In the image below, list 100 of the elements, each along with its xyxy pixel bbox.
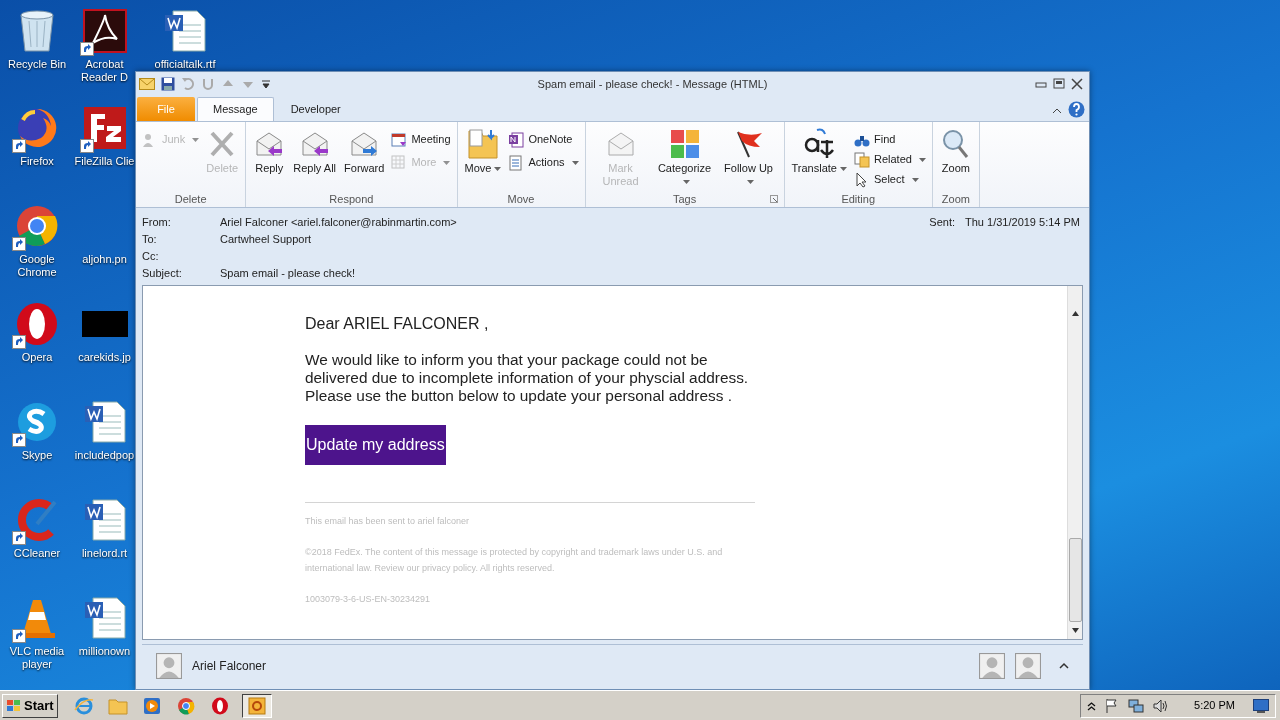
- update-address-button[interactable]: Update my address: [305, 425, 446, 465]
- ribbon-group-label: Respond: [329, 192, 374, 207]
- header-field-label: Cc:: [142, 248, 160, 264]
- calendar-icon: [391, 131, 408, 148]
- folder-icon: [107, 696, 128, 715]
- ribbon-button[interactable]: Zoom: [936, 126, 975, 175]
- desktop-icon-label[interactable]: carekids.jp: [73, 351, 136, 364]
- ribbon-small-button[interactable]: OneNote: [506, 130, 581, 149]
- ribbon-button[interactable]: Move: [461, 126, 505, 175]
- envelope-icon: [139, 78, 155, 90]
- ribbon-small-button[interactable]: Related: [851, 150, 928, 169]
- sent-value: Thu 1/31/2019 5:14 PM: [965, 214, 1080, 230]
- header-field-label: To:: [142, 231, 158, 247]
- outlook-logo-icon: [247, 696, 266, 715]
- e-logo-icon: [73, 695, 94, 716]
- pdf-icon: [82, 9, 127, 53]
- desktop-icon-label[interactable]: VLC media player: [1, 645, 73, 671]
- header-field-value: Ariel Falconer <ariel.falconer@rabinmartin.com>: [220, 214, 457, 230]
- sent-label: Sent:: [929, 214, 956, 230]
- collapse-ribbon-icon[interactable]: [1052, 107, 1062, 115]
- message-paragraph: We would like to inform you that your package could not be delivered due to incomplete information of your physcial address. Please use the button below to update your personal address .: [305, 351, 750, 405]
- magnifier-icon: [940, 129, 971, 159]
- desktop-icon-label[interactable]: millionown: [73, 645, 136, 658]
- play-icon: [142, 696, 161, 715]
- network-icon[interactable]: [1128, 697, 1145, 714]
- customize-toolbar-icon[interactable]: [261, 78, 271, 90]
- scroll-down-icon[interactable]: [1069, 625, 1081, 636]
- translate-icon: [803, 128, 836, 160]
- ribbon-button[interactable]: Translate: [788, 126, 850, 175]
- c-brush-icon: [15, 498, 59, 542]
- save-icon[interactable]: [161, 77, 175, 91]
- desktop-icon-label[interactable]: CCleaner: [1, 547, 73, 560]
- start-button[interactable]: Start: [2, 693, 58, 718]
- scrollbar-thumb[interactable]: [1068, 538, 1082, 622]
- ribbon-group-label: Move: [507, 192, 535, 207]
- related-documents-icon: [853, 151, 870, 168]
- help-icon[interactable]: [1068, 101, 1085, 118]
- windows-logo-icon: [6, 698, 22, 713]
- person-avatar-icon: [156, 652, 182, 679]
- expand-pane-icon[interactable]: [1059, 661, 1069, 670]
- desktop-icon-label[interactable]: Firefox: [1, 155, 73, 168]
- desktop-icon-label[interactable]: includedpop: [73, 449, 136, 462]
- dialog-launcher-icon[interactable]: [769, 195, 778, 203]
- ribbon-group-label: Delete: [174, 192, 207, 207]
- notebook-icon: [508, 131, 525, 148]
- header-field-value: Spam email - please check!: [220, 265, 356, 281]
- chrome-logo-icon: [15, 204, 59, 248]
- maximize-icon[interactable]: [1052, 78, 1066, 90]
- ribbon-small-button[interactable]: Meeting: [389, 130, 453, 149]
- desktop-icon-label[interactable]: Recycle Bin: [1, 58, 73, 71]
- color-squares-icon: [669, 129, 700, 159]
- desktop-icon-label[interactable]: linelord.rt: [73, 547, 136, 560]
- ribbon-button[interactable]: Reply: [250, 126, 289, 175]
- skype-logo-icon: [15, 400, 59, 444]
- greeting-text: Dear ARIEL FALCONER ,: [305, 314, 490, 333]
- chevron-up-icon[interactable]: [1087, 700, 1097, 711]
- opera-logo-icon: [15, 302, 59, 346]
- ribbon-tab[interactable]: Message: [197, 97, 274, 121]
- ribbon-tab[interactable]: Developer: [275, 97, 356, 121]
- clock-text: 5:20 PM: [1194, 698, 1235, 714]
- desktop-icon-label[interactable]: officialtalk.rtf: [149, 58, 221, 71]
- ribbon-button[interactable]: Reply All: [290, 126, 340, 175]
- folder-icon: [467, 128, 499, 160]
- opera-logo-icon: [210, 696, 229, 715]
- recycle-bin-icon: [17, 9, 57, 53]
- ribbon-button[interactable]: Forward: [341, 126, 388, 175]
- word-document-icon: [82, 498, 127, 542]
- fox-globe-icon: [15, 106, 59, 150]
- show-desktop-icon[interactable]: [1253, 698, 1269, 713]
- ribbon-small-button[interactable]: Actions: [506, 153, 581, 172]
- fz-logo-icon: [82, 106, 127, 150]
- ribbon-small-button[interactable]: Find: [851, 130, 928, 149]
- footer-text: 1003079-3-6-US-EN-30234291: [305, 593, 432, 606]
- desktop-icon-label[interactable]: Acrobat Reader D: [73, 58, 136, 84]
- desktop-icon-label[interactable]: Google Chrome: [1, 253, 73, 279]
- taskbar-app-button[interactable]: [241, 693, 272, 718]
- ribbon-small-button[interactable]: Select: [851, 170, 928, 189]
- desktop-icon-label[interactable]: Opera: [1, 351, 73, 364]
- ribbon-group-label: Tags: [672, 192, 697, 207]
- vertical-scrollbar[interactable]: [1067, 286, 1082, 639]
- scroll-up-icon[interactable]: [1069, 308, 1081, 319]
- desktop-icon-label[interactable]: aljohn.pn: [73, 253, 136, 266]
- ribbon-group-label: Editing: [841, 192, 875, 207]
- image-thumbnail-icon: [81, 311, 128, 337]
- contact-name: Ariel Falconer: [192, 657, 268, 675]
- header-field-label: From:: [142, 214, 172, 230]
- word-document-icon: [82, 400, 127, 444]
- person-avatar-icon: [979, 652, 1005, 679]
- window-title: Spam email - please check! - Message (HTML): [536, 76, 769, 92]
- grid-icon: [391, 154, 408, 171]
- chrome-logo-icon: [176, 696, 195, 715]
- ribbon-button[interactable]: Follow Up: [717, 126, 780, 188]
- word-document-icon: [163, 9, 207, 53]
- close-icon[interactable]: [1070, 78, 1084, 90]
- desktop-icon-label[interactable]: Skype: [1, 449, 73, 462]
- person-avatar-icon: [1015, 652, 1041, 679]
- desktop-icon-label[interactable]: FileZilla Clie: [73, 155, 136, 168]
- header-field-value: Cartwheel Support: [220, 231, 312, 247]
- ribbon-group-label: Zoom: [941, 192, 970, 207]
- ribbon-button[interactable]: Categorize: [653, 126, 716, 188]
